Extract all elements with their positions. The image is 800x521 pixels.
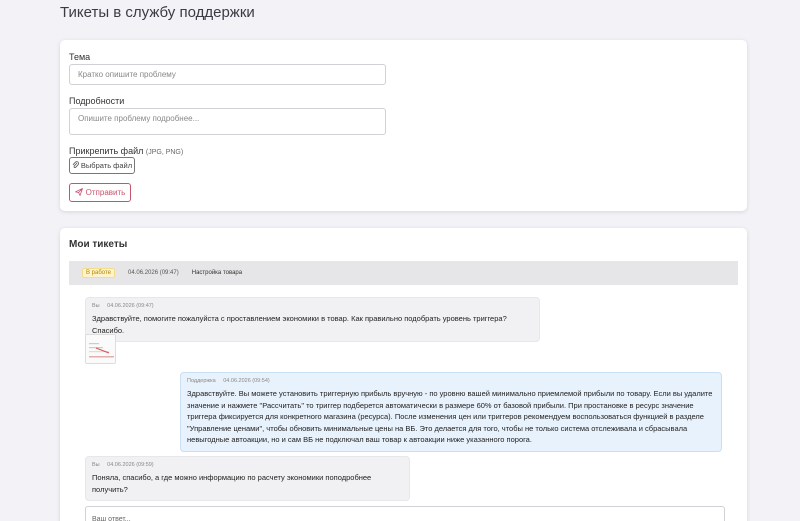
message-meta: Поддержка 04.06.2026 (09:54) (187, 378, 715, 384)
message-user: Вы 04.06.2026 (09:59) Поняла, спасибо, а… (85, 456, 410, 501)
paperclip-icon (72, 160, 79, 171)
my-tickets-card: Мои тикеты В работе 04.06.2026 (09:47) Н… (60, 228, 747, 521)
message-author: Вы (92, 303, 100, 309)
message-text: Здравствуйте. Вы можете установить тригг… (187, 389, 713, 444)
submit-label: Отправить (85, 188, 126, 197)
message-text: Поняла, спасибо, а где можно информацию … (92, 473, 372, 494)
message-user: Вы 04.06.2026 (09:47) Здравствуйте, помо… (85, 297, 540, 342)
details-label: Подробности (69, 96, 125, 106)
attach-label-text: Прикрепить файл (69, 146, 144, 156)
message-meta: Вы 04.06.2026 (09:47) (92, 303, 533, 309)
message-support: Поддержка 04.06.2026 (09:54) Здравствуйт… (180, 372, 722, 452)
my-tickets-title: Мои тикеты (69, 239, 128, 250)
message-date: 04.06.2026 (09:47) (107, 303, 154, 309)
submit-ticket-button[interactable]: Отправить (69, 183, 131, 202)
message-meta: Вы 04.06.2026 (09:59) (92, 462, 403, 468)
message-author: Вы (92, 462, 100, 468)
status-badge: В работе (82, 268, 116, 278)
choose-file-button[interactable]: Выбрать файл (69, 157, 135, 174)
message-date: 04.06.2026 (09:54) (223, 378, 270, 384)
message-date: 04.06.2026 (09:59) (107, 462, 154, 468)
paper-plane-icon (74, 187, 83, 198)
ticket-header[interactable]: В работе 04.06.2026 (09:47) Настройка то… (69, 261, 738, 285)
ticket-date: 04.06.2026 (09:47) (128, 270, 179, 276)
reply-input[interactable] (85, 506, 725, 521)
attachment-thumbnail[interactable] (85, 334, 116, 364)
message-author: Поддержка (187, 378, 216, 384)
subject-input[interactable] (69, 64, 386, 85)
attach-hint: (JPG, PNG) (145, 149, 184, 156)
attach-file-label: Прикрепить файл (JPG, PNG) (69, 146, 183, 156)
page-title: Тикеты в службу поддержки (60, 4, 255, 21)
details-textarea[interactable] (69, 108, 386, 135)
message-text: Здравствуйте, помогите пожалуйста с прос… (92, 314, 507, 335)
subject-label: Тема (69, 52, 91, 62)
choose-file-label: Выбрать файл (80, 161, 133, 170)
new-ticket-form: Тема Подробности Прикрепить файл (JPG, P… (60, 40, 747, 211)
ticket-subject: Настройка товара (191, 270, 243, 276)
